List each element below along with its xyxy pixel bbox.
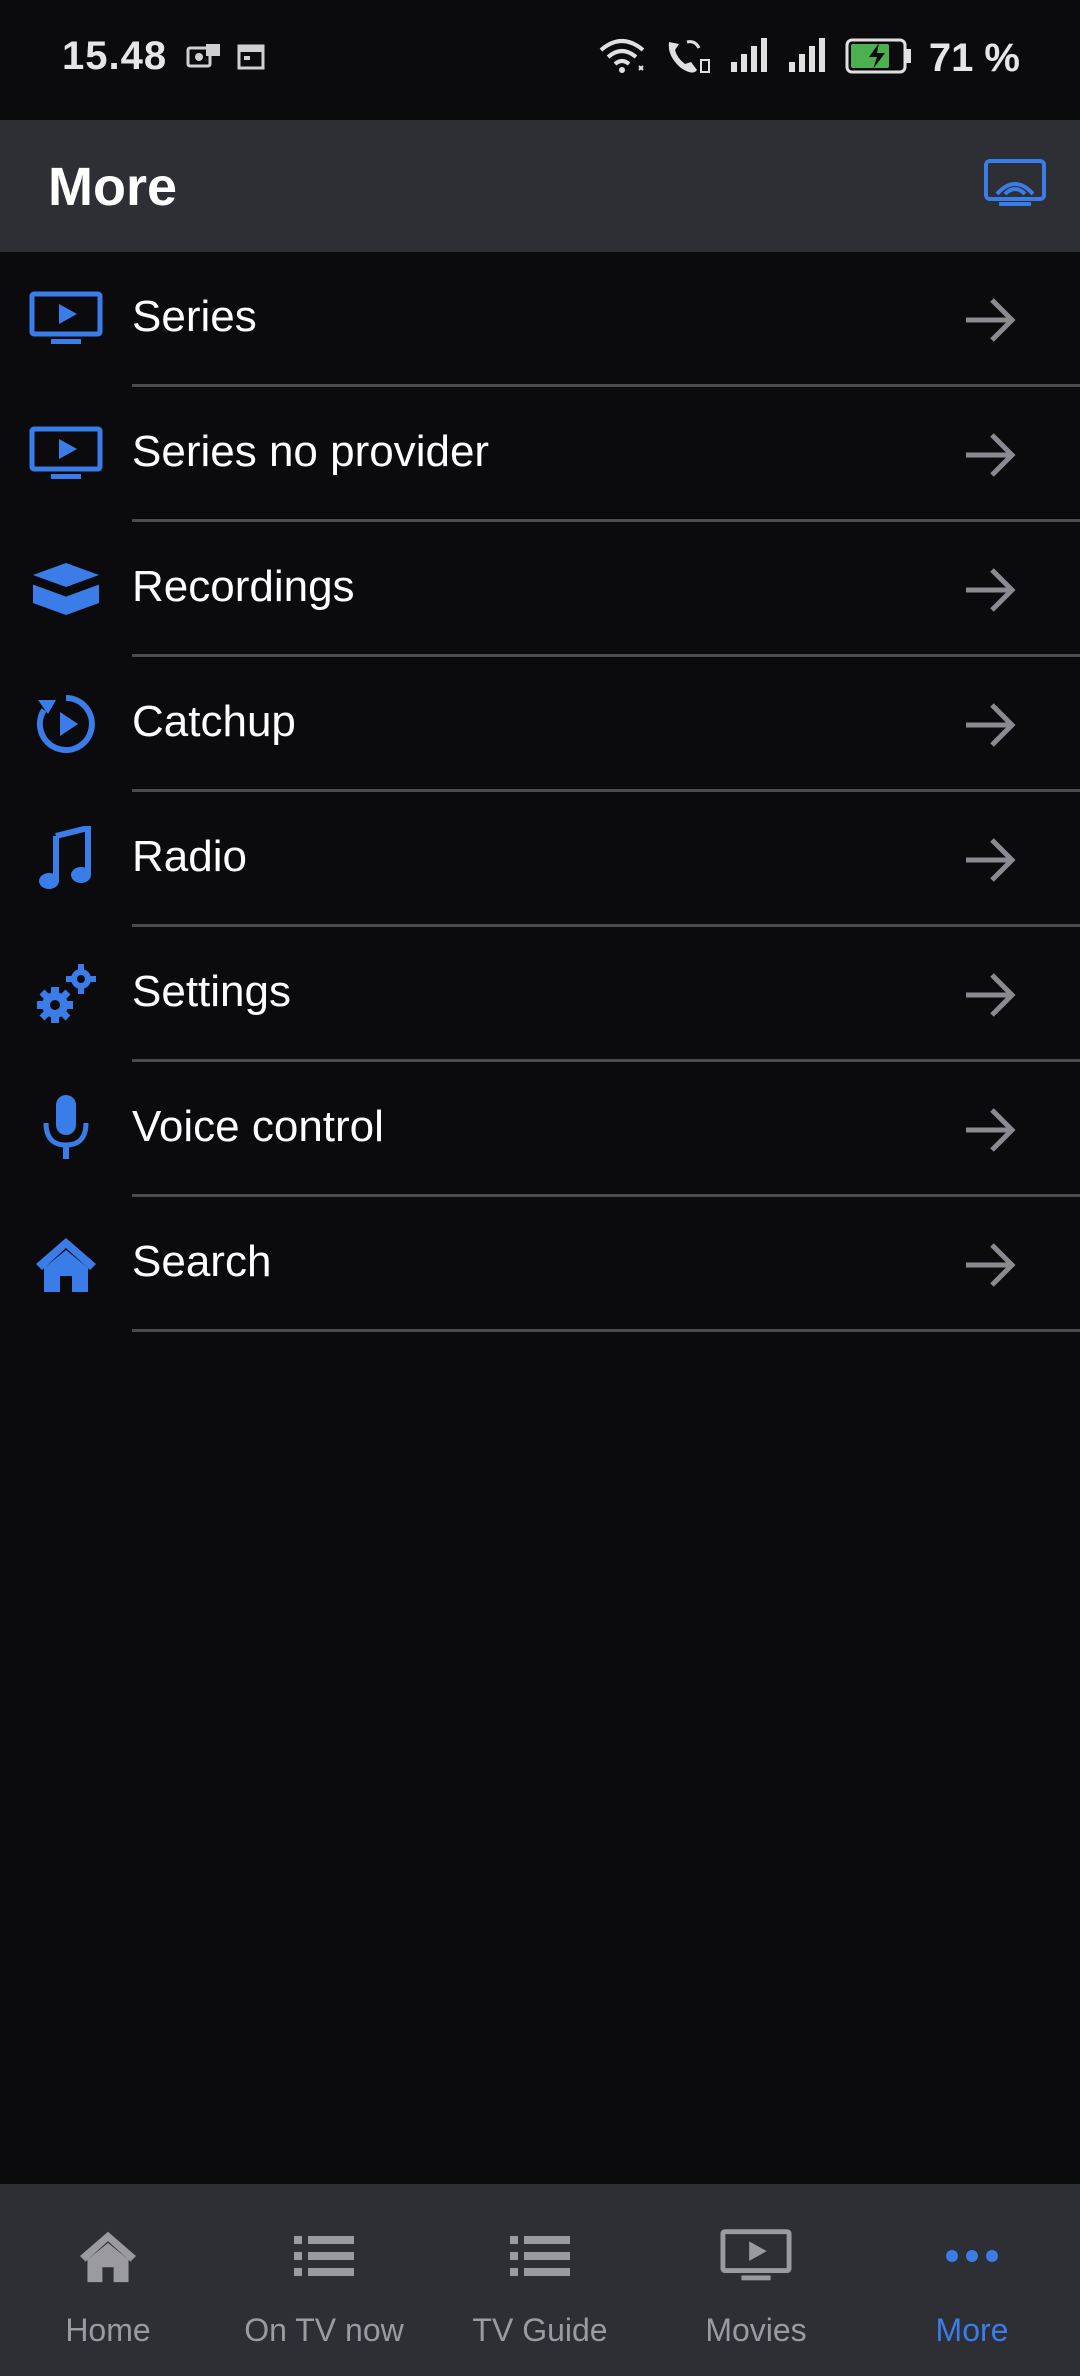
arrow-right-icon — [962, 427, 1018, 483]
calendar-icon — [236, 42, 266, 77]
arrow-right-icon — [962, 967, 1018, 1023]
more-dots-icon — [936, 2224, 1008, 2288]
menu-item-label: Catchup — [132, 697, 296, 746]
tab-home[interactable]: Home — [0, 2184, 216, 2376]
list-icon — [288, 2224, 360, 2288]
status-bar: 15.48 71 % — [0, 0, 1080, 120]
tab-label: On TV now — [244, 2312, 404, 2348]
menu-item-label: Series no provider — [132, 427, 490, 476]
menu-item-recordings[interactable]: Recordings — [0, 522, 1080, 657]
tab-label: Movies — [705, 2312, 807, 2348]
arrow-right-icon — [962, 697, 1018, 753]
battery-percentage: 71 % — [928, 36, 1020, 80]
wifi-icon — [597, 36, 647, 81]
menu-item-radio[interactable]: Radio — [0, 792, 1080, 927]
tab-movies[interactable]: Movies — [648, 2184, 864, 2376]
list-icon — [504, 2224, 576, 2288]
signal-icon — [787, 36, 829, 81]
signal-icon — [729, 36, 771, 81]
screenshot-icon — [186, 42, 222, 77]
page-title: More — [48, 157, 178, 217]
replay-icon — [26, 689, 106, 759]
arrow-right-icon — [962, 562, 1018, 618]
menu-item-label: Search — [132, 1237, 272, 1286]
tab-label: More — [935, 2312, 1009, 2348]
menu-item-series[interactable]: Series — [0, 252, 1080, 387]
wifi-call-icon — [663, 36, 713, 81]
arrow-right-icon — [962, 832, 1018, 888]
menu-item-series-no-provider[interactable]: Series no provider — [0, 387, 1080, 522]
menu-item-settings[interactable]: Settings — [0, 927, 1080, 1062]
tv-play-icon — [26, 419, 106, 489]
microphone-icon — [26, 1094, 106, 1164]
cast-button[interactable] — [980, 156, 1050, 216]
tab-more[interactable]: More — [864, 2184, 1080, 2376]
menu-item-label: Settings — [132, 967, 291, 1016]
menu-item-catchup[interactable]: Catchup — [0, 657, 1080, 792]
tab-label: Home — [65, 2312, 151, 2348]
arrow-right-icon — [962, 1102, 1018, 1158]
bottom-navigation: Home On TV now TV Guide Movies More — [0, 2184, 1080, 2376]
status-time: 15.48 — [62, 34, 168, 78]
box-open-icon — [26, 554, 106, 624]
gears-icon — [26, 959, 106, 1029]
battery-charging-icon — [845, 37, 913, 80]
tab-label: TV Guide — [472, 2312, 608, 2348]
divider — [132, 1329, 1080, 1332]
menu-item-voice-control[interactable]: Voice control — [0, 1062, 1080, 1197]
menu-item-search[interactable]: Search — [0, 1197, 1080, 1332]
menu-item-label: Radio — [132, 832, 247, 881]
tab-on-tv-now[interactable]: On TV now — [216, 2184, 432, 2376]
cast-icon — [983, 158, 1047, 215]
tv-play-icon — [720, 2224, 792, 2288]
menu-item-label: Recordings — [132, 562, 355, 611]
tab-tv-guide[interactable]: TV Guide — [432, 2184, 648, 2376]
status-notification-icons — [186, 42, 266, 77]
music-note-icon — [26, 824, 106, 894]
status-system-icons: 71 % — [597, 36, 1020, 81]
arrow-right-icon — [962, 1237, 1018, 1293]
home-icon — [72, 2224, 144, 2288]
tv-play-icon — [26, 284, 106, 354]
more-menu-list: Series Series no provider Recordings Cat… — [0, 252, 1080, 1332]
home-icon — [26, 1229, 106, 1299]
menu-item-label: Series — [132, 292, 257, 341]
arrow-right-icon — [962, 292, 1018, 348]
app-header: More — [0, 120, 1080, 252]
menu-item-label: Voice control — [132, 1102, 384, 1151]
